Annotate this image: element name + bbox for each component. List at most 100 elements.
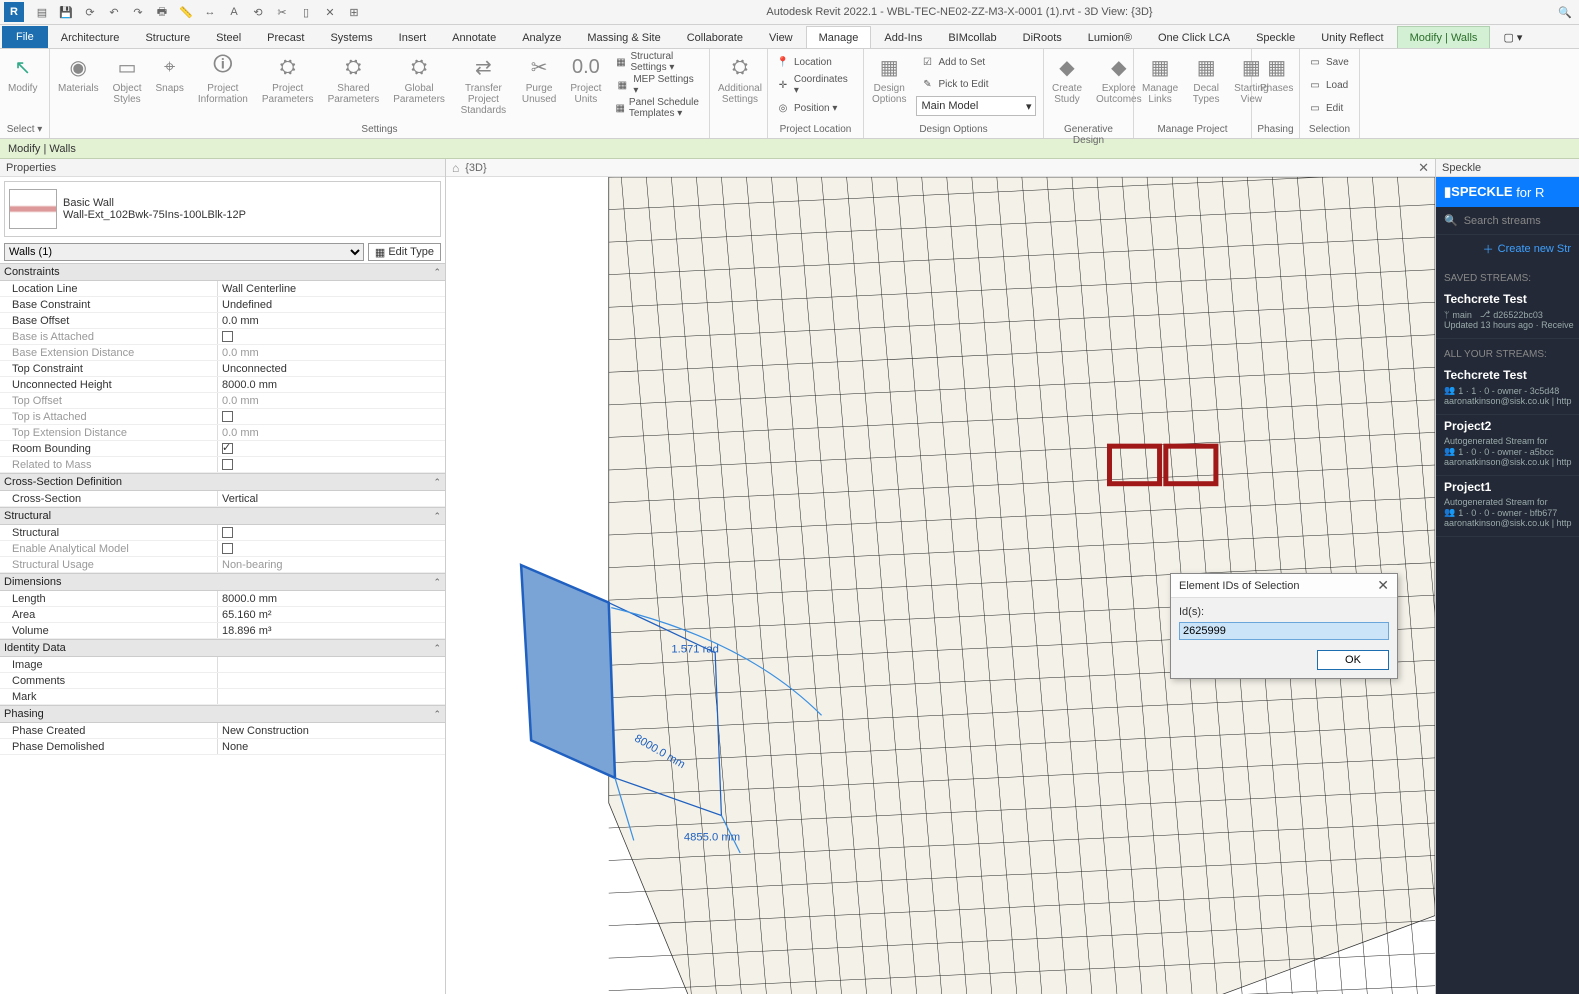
prop-row[interactable]: Top ConstraintUnconnected <box>0 361 445 377</box>
settings-btn-shared[interactable]: ⛭Shared Parameters <box>324 51 384 107</box>
prop-value[interactable]: 8000.0 mm <box>218 377 445 392</box>
ribbon-tab-architecture[interactable]: Architecture <box>48 26 133 48</box>
prop-row[interactable]: Phase DemolishedNone <box>0 739 445 755</box>
prop-section-identity-data[interactable]: Identity Data⌃ <box>0 639 445 657</box>
prop-value[interactable]: 0.0 mm <box>218 313 445 328</box>
prop-section-cross-section-definition[interactable]: Cross-Section Definition⌃ <box>0 473 445 491</box>
settings-btn-object[interactable]: ▭Object Styles <box>109 51 146 107</box>
settings-btn-project[interactable]: 🛈Project Information <box>194 51 252 107</box>
settings-btn-purge[interactable]: ✂Purge Unused <box>518 51 560 107</box>
prop-row[interactable]: Base Extension Distance0.0 mm <box>0 345 445 361</box>
settings-btn-project[interactable]: ⛭Project Parameters <box>258 51 318 107</box>
selection-load[interactable]: ▭Load <box>1304 74 1353 96</box>
settings-btn-materials[interactable]: ◉Materials <box>54 51 103 96</box>
prop-value[interactable] <box>218 409 445 424</box>
selection-save[interactable]: ▭Save <box>1304 51 1353 73</box>
prop-row[interactable]: Structural UsageNon-bearing <box>0 557 445 573</box>
prop-row[interactable]: Comments <box>0 673 445 689</box>
qat-redo-icon[interactable]: ↷ <box>128 2 148 22</box>
prop-row[interactable]: Length8000.0 mm <box>0 591 445 607</box>
3d-canvas[interactable]: 1.571 rad 8000.0 mm 4855.0 mm Element ID… <box>446 177 1435 994</box>
ribbon-tab-modify-walls[interactable]: Modify | Walls <box>1397 26 1491 48</box>
prop-value[interactable] <box>218 673 445 688</box>
mproj-decal[interactable]: ▦Decal Types <box>1188 51 1224 107</box>
edit-type-button[interactable]: ▦Edit Type <box>368 243 441 261</box>
settings-btn-project[interactable]: 0.0Project Units <box>566 51 605 107</box>
prop-row[interactable]: Location LineWall Centerline <box>0 281 445 297</box>
checkbox[interactable] <box>222 459 233 470</box>
dopt-picktoedit[interactable]: ✎Pick to Edit <box>916 73 1039 95</box>
ribbon-tab-view[interactable]: View <box>756 26 806 48</box>
prop-value[interactable]: 8000.0 mm <box>218 591 445 606</box>
prop-value[interactable]: 0.0 mm <box>218 393 445 408</box>
qat-measure-icon[interactable]: 📏 <box>176 2 196 22</box>
ribbon-tab-unity-reflect[interactable]: Unity Reflect <box>1308 26 1396 48</box>
prop-row[interactable]: Base ConstraintUndefined <box>0 297 445 313</box>
prop-value[interactable]: 0.0 mm <box>218 345 445 360</box>
design-option-combo[interactable]: Main Model ▾ <box>916 96 1036 116</box>
qat-dim-icon[interactable]: ↔ <box>200 2 220 22</box>
checkbox[interactable] <box>222 443 233 454</box>
type-selector[interactable]: Basic Wall Wall-Ext_102Bwk-75Ins-100LBlk… <box>4 181 441 237</box>
qat-open-icon[interactable]: ▤ <box>32 2 52 22</box>
speckle-stream[interactable]: Techcrete Testᛘmain ⎇d26522bc03Updated 1… <box>1436 288 1579 339</box>
settings-btn-global[interactable]: ⛭Global Parameters <box>389 51 449 107</box>
prop-value[interactable]: Non-bearing <box>218 557 445 572</box>
prop-row[interactable]: Volume18.896 m³ <box>0 623 445 639</box>
prop-row[interactable]: Structural <box>0 525 445 541</box>
qat-3d-icon[interactable]: ⟲ <box>248 2 268 22</box>
prop-section-structural[interactable]: Structural⌃ <box>0 507 445 525</box>
file-tab[interactable]: File <box>2 26 48 48</box>
mproj-manage[interactable]: ▦Manage Links <box>1138 51 1182 107</box>
qat-search-icon[interactable]: 🔍 <box>1555 2 1575 22</box>
prop-value[interactable] <box>218 329 445 344</box>
prop-row[interactable]: Mark <box>0 689 445 705</box>
modify-button[interactable]: ↖Modify <box>4 51 41 96</box>
qat-print-icon[interactable]: 🖶 <box>152 2 172 22</box>
speckle-stream[interactable]: Project1Autogenerated Stream for👥1 · 0 ·… <box>1436 476 1579 537</box>
prop-row[interactable]: Area65.160 m² <box>0 607 445 623</box>
dopt-addtoset[interactable]: ☑Add to Set <box>916 51 1039 73</box>
prop-section-dimensions[interactable]: Dimensions⌃ <box>0 573 445 591</box>
prop-value[interactable] <box>218 657 445 672</box>
dialog-ok-button[interactable]: OK <box>1317 650 1389 670</box>
dialog-close-button[interactable]: ✕ <box>1377 577 1389 594</box>
ribbon-tab-collaborate[interactable]: Collaborate <box>674 26 756 48</box>
qat-section-icon[interactable]: ✂ <box>272 2 292 22</box>
qat-close-icon[interactable]: ✕ <box>320 2 340 22</box>
projloc-location[interactable]: 📍Location <box>772 51 859 73</box>
prop-value[interactable]: 65.160 m² <box>218 607 445 622</box>
settings-small-mepsettings[interactable]: ▦MEP Settings ▾ <box>611 74 705 96</box>
qat-sync-icon[interactable]: ⟳ <box>80 2 100 22</box>
prop-row[interactable]: Image <box>0 657 445 673</box>
prop-value[interactable]: Undefined <box>218 297 445 312</box>
ribbon-tab-massing-site[interactable]: Massing & Site <box>574 26 673 48</box>
checkbox[interactable] <box>222 331 233 342</box>
ribbon-tab-diroots[interactable]: DiRoots <box>1010 26 1075 48</box>
properties-filter-select[interactable]: Walls (1) <box>4 243 364 261</box>
prop-section-phasing[interactable]: Phasing⌃ <box>0 705 445 723</box>
ribbon-tab-misc[interactable]: ▢ ▾ <box>1490 26 1535 48</box>
ribbon-tab-annotate[interactable]: Annotate <box>439 26 509 48</box>
settings-small-structuralsettings[interactable]: ▦Structural Settings ▾ <box>611 51 705 73</box>
qat-undo-icon[interactable]: ↶ <box>104 2 124 22</box>
settings-btn-snaps[interactable]: ⌖Snaps <box>151 51 187 96</box>
prop-row[interactable]: Unconnected Height8000.0 mm <box>0 377 445 393</box>
ribbon-tab-precast[interactable]: Precast <box>254 26 317 48</box>
speckle-search[interactable]: 🔍Search streams <box>1436 207 1579 235</box>
prop-row[interactable]: Phase CreatedNew Construction <box>0 723 445 739</box>
ribbon-tab-analyze[interactable]: Analyze <box>509 26 574 48</box>
checkbox[interactable] <box>222 411 233 422</box>
prop-value[interactable]: Unconnected <box>218 361 445 376</box>
ribbon-tab-insert[interactable]: Insert <box>386 26 440 48</box>
ribbon-tab-add-ins[interactable]: Add-Ins <box>871 26 935 48</box>
ribbon-tab-manage[interactable]: Manage <box>806 26 872 48</box>
prop-row[interactable]: Top Extension Distance0.0 mm <box>0 425 445 441</box>
speckle-stream[interactable]: Project2Autogenerated Stream for👥1 · 0 ·… <box>1436 415 1579 476</box>
prop-value[interactable]: Wall Centerline <box>218 281 445 296</box>
checkbox[interactable] <box>222 527 233 538</box>
prop-value[interactable]: 18.896 m³ <box>218 623 445 638</box>
prop-value[interactable]: None <box>218 739 445 754</box>
prop-row[interactable]: Top is Attached <box>0 409 445 425</box>
selection-edit[interactable]: ▭Edit <box>1304 97 1353 119</box>
